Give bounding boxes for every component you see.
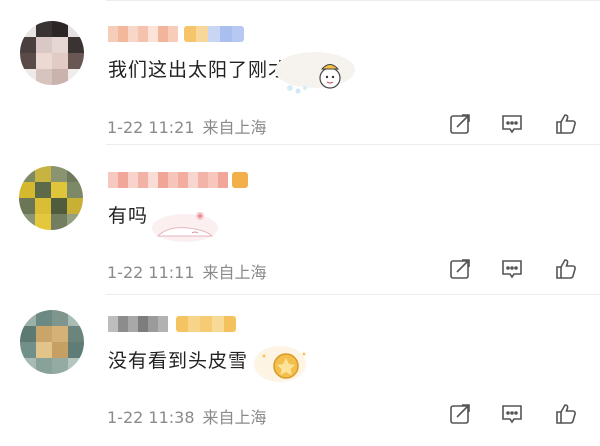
divider bbox=[106, 294, 600, 295]
username-blurred bbox=[108, 26, 178, 42]
avatar[interactable] bbox=[19, 166, 83, 230]
cloud-sticker-icon bbox=[275, 52, 355, 94]
comment-item: 有吗 1-22 11:11 来自上海 bbox=[0, 150, 600, 295]
thumbs-up-icon[interactable] bbox=[554, 112, 578, 136]
share-icon[interactable] bbox=[448, 112, 472, 136]
comment-actions bbox=[448, 112, 582, 136]
avatar[interactable] bbox=[20, 310, 84, 374]
gold-medal-sticker-icon bbox=[254, 346, 306, 382]
username[interactable] bbox=[108, 170, 248, 190]
timestamp: 1-22 11:11 bbox=[107, 263, 195, 282]
comment-icon[interactable] bbox=[500, 257, 524, 281]
username[interactable] bbox=[108, 24, 244, 44]
thumbs-up-icon[interactable] bbox=[554, 402, 578, 426]
comment-actions bbox=[448, 402, 582, 426]
share-icon[interactable] bbox=[448, 257, 472, 281]
vip-badge bbox=[176, 316, 236, 332]
location: 来自上海 bbox=[202, 408, 267, 427]
share-icon[interactable] bbox=[448, 402, 472, 426]
comment-item: 没有看到头皮雪 1-22 11:38 来自上海 bbox=[0, 296, 600, 441]
vip-badge bbox=[232, 172, 248, 188]
comment-text: 有吗 bbox=[108, 205, 149, 227]
comment-meta: 1-22 11:38 来自上海 bbox=[107, 404, 267, 428]
location: 来自上海 bbox=[202, 263, 267, 282]
comment-text: 没有看到头皮雪 bbox=[108, 350, 249, 372]
divider bbox=[106, 0, 600, 1]
comment-icon[interactable] bbox=[500, 112, 524, 136]
comment-text: 我们这出太阳了刚才 bbox=[108, 59, 289, 81]
username-blurred bbox=[108, 316, 168, 332]
avatar[interactable] bbox=[20, 21, 84, 85]
comment-actions bbox=[448, 257, 582, 281]
timestamp: 1-22 11:38 bbox=[107, 408, 195, 427]
vip-badge bbox=[184, 26, 244, 42]
location: 来自上海 bbox=[202, 118, 267, 137]
username-blurred bbox=[108, 172, 228, 188]
comment-icon[interactable] bbox=[500, 402, 524, 426]
comment-meta: 1-22 11:21 来自上海 bbox=[107, 114, 267, 138]
comment-item: 我们这出太阳了刚才 1-22 11:21 来自上海 bbox=[0, 0, 600, 145]
thumbs-up-icon[interactable] bbox=[554, 257, 578, 281]
sleeping-rabbit-sticker-icon bbox=[152, 212, 218, 242]
timestamp: 1-22 11:21 bbox=[107, 118, 195, 137]
comment-meta: 1-22 11:11 来自上海 bbox=[107, 259, 267, 283]
comment-list: 我们这出太阳了刚才 1-22 11:21 来自上海 有吗 1-22 11:11 … bbox=[0, 0, 600, 446]
divider bbox=[106, 144, 600, 145]
username[interactable] bbox=[108, 314, 236, 334]
